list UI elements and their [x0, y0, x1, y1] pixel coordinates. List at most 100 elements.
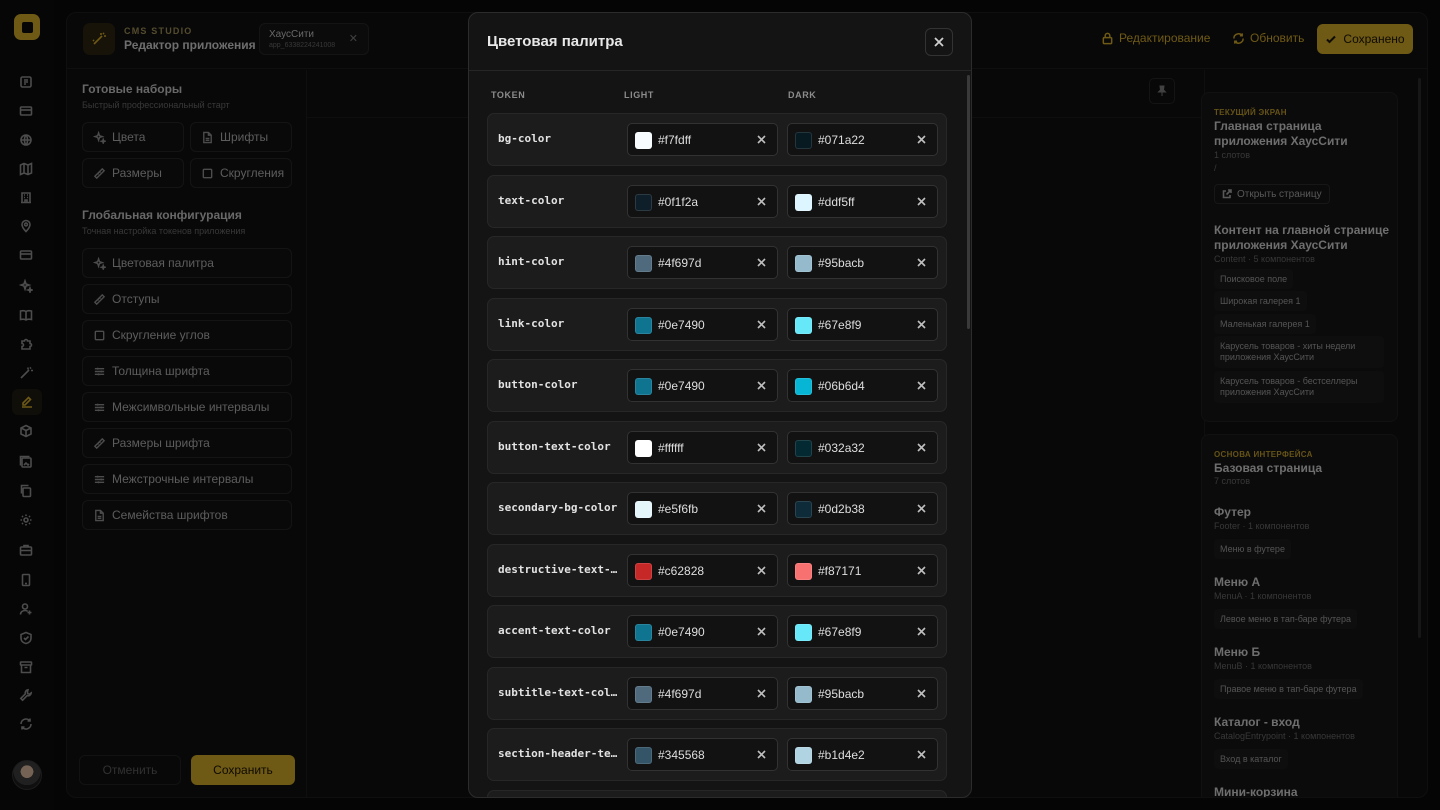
light-color-value[interactable]: #0e7490	[658, 379, 705, 393]
clear-dark-icon[interactable]	[917, 135, 926, 144]
token-name: destructive-text-c…	[498, 562, 623, 576]
clear-light-icon[interactable]	[757, 258, 766, 267]
clear-light-icon[interactable]	[757, 381, 766, 390]
clear-light-icon[interactable]	[757, 627, 766, 636]
light-color-value[interactable]: #0f1f2a	[658, 195, 698, 209]
modal-title: Цветовая палитра	[487, 33, 623, 50]
dark-color-swatch[interactable]	[795, 624, 812, 641]
light-color-field[interactable]: #345568	[627, 738, 778, 771]
clear-dark-icon[interactable]	[917, 381, 926, 390]
dark-color-field[interactable]: #032a32	[787, 430, 938, 464]
token-name: button-text-color	[498, 439, 611, 453]
dark-color-value[interactable]: #95bacb	[818, 256, 864, 270]
clear-light-icon[interactable]	[757, 688, 766, 698]
dark-color-field[interactable]: #0d2b38	[787, 492, 938, 525]
dark-color-value[interactable]: #06b6d4	[818, 379, 865, 393]
clear-dark-icon[interactable]	[917, 750, 926, 759]
clear-dark-icon[interactable]	[917, 565, 926, 575]
token-row: link-color #0e7490 #67e8f9	[487, 297, 947, 351]
clear-dark-icon[interactable]	[917, 688, 926, 698]
dark-color-field[interactable]: #b1d4e2	[787, 738, 938, 771]
clear-light-icon[interactable]	[757, 196, 766, 206]
dark-color-field[interactable]: #071a22	[787, 123, 938, 156]
light-color-swatch[interactable]	[635, 439, 652, 457]
dark-color-field[interactable]: #67e8f9	[787, 307, 938, 341]
dark-color-field[interactable]: #95bacb	[787, 676, 938, 710]
clear-light-icon[interactable]	[757, 504, 766, 513]
light-color-swatch[interactable]	[635, 747, 652, 764]
dark-color-swatch[interactable]	[795, 747, 812, 764]
light-color-field[interactable]: #4f697d	[627, 676, 778, 710]
light-color-field[interactable]: #4f697d	[627, 246, 778, 279]
light-color-swatch[interactable]	[635, 132, 652, 149]
clear-dark-icon[interactable]	[917, 319, 926, 329]
light-color-value[interactable]: #e5f6fb	[658, 502, 698, 516]
dark-color-value[interactable]: #071a22	[818, 133, 865, 147]
light-color-field[interactable]: #0e7490	[627, 615, 778, 648]
token-name: text-color	[498, 193, 565, 207]
clear-dark-icon[interactable]	[917, 196, 926, 206]
dark-color-swatch[interactable]	[795, 501, 812, 518]
column-header-dark: DARK	[788, 90, 817, 100]
light-color-swatch[interactable]	[635, 193, 652, 211]
dark-color-field[interactable]: #67e8f9	[787, 615, 938, 648]
dark-color-value[interactable]: #f87171	[818, 564, 861, 578]
light-color-value[interactable]: #ffffff	[658, 441, 684, 455]
light-color-field[interactable]: #ffffff	[627, 430, 778, 464]
dark-color-swatch[interactable]	[795, 132, 812, 149]
clear-dark-icon[interactable]	[917, 504, 926, 513]
light-color-value[interactable]: #0e7490	[658, 318, 705, 332]
light-color-value[interactable]: #4f697d	[658, 687, 701, 701]
dark-color-value[interactable]: #95bacb	[818, 687, 864, 701]
clear-dark-icon[interactable]	[917, 627, 926, 636]
dark-color-value[interactable]: #0d2b38	[818, 502, 865, 516]
light-color-field[interactable]: #c62828	[627, 553, 778, 587]
dark-color-value[interactable]: #032a32	[818, 441, 865, 455]
modal-scrollbar[interactable]	[967, 75, 970, 329]
light-color-value[interactable]: #c62828	[658, 564, 704, 578]
light-color-swatch[interactable]	[635, 624, 652, 641]
light-color-value[interactable]: #345568	[658, 748, 705, 762]
dark-color-swatch[interactable]	[795, 255, 812, 272]
clear-light-icon[interactable]	[757, 750, 766, 759]
dark-color-field[interactable]: #95bacb	[787, 246, 938, 279]
dark-color-swatch[interactable]	[795, 378, 812, 395]
light-color-field[interactable]: #0f1f2a	[627, 184, 778, 218]
clear-dark-icon[interactable]	[917, 258, 926, 267]
light-color-swatch[interactable]	[635, 316, 652, 334]
column-header-light: LIGHT	[624, 90, 654, 100]
clear-light-icon[interactable]	[757, 565, 766, 575]
light-color-swatch[interactable]	[635, 255, 652, 272]
light-color-field[interactable]: #e5f6fb	[627, 492, 778, 525]
dark-color-swatch[interactable]	[795, 685, 812, 703]
light-color-field[interactable]: #0e7490	[627, 369, 778, 402]
dark-color-field[interactable]: #f87171	[787, 553, 938, 587]
light-color-field[interactable]: #0e7490	[627, 307, 778, 341]
dark-color-field[interactable]: #06b6d4	[787, 369, 938, 402]
dark-color-swatch[interactable]	[795, 562, 812, 580]
dark-color-swatch[interactable]	[795, 193, 812, 211]
light-color-swatch[interactable]	[635, 501, 652, 518]
close-modal-button[interactable]	[925, 28, 953, 56]
dark-color-field[interactable]: #ddf5ff	[787, 184, 938, 218]
column-header-token: TOKEN	[491, 90, 526, 100]
dark-color-swatch[interactable]	[795, 439, 812, 457]
dark-color-value[interactable]: #67e8f9	[818, 318, 861, 332]
light-color-swatch[interactable]	[635, 562, 652, 580]
light-color-value[interactable]: #4f697d	[658, 256, 701, 270]
dark-color-swatch[interactable]	[795, 316, 812, 334]
clear-dark-icon[interactable]	[917, 442, 926, 452]
clear-light-icon[interactable]	[757, 135, 766, 144]
light-color-field[interactable]: #f7fdff	[627, 123, 778, 156]
light-color-swatch[interactable]	[635, 685, 652, 703]
token-row: accent-text-color #0e7490 #67e8f9	[487, 605, 947, 658]
dark-color-value[interactable]: #b1d4e2	[818, 748, 865, 762]
dark-color-value[interactable]: #67e8f9	[818, 625, 861, 639]
dark-color-value[interactable]: #ddf5ff	[818, 195, 854, 209]
light-color-swatch[interactable]	[635, 378, 652, 395]
light-color-value[interactable]: #f7fdff	[658, 133, 691, 147]
light-color-value[interactable]: #0e7490	[658, 625, 705, 639]
clear-light-icon[interactable]	[757, 442, 766, 452]
token-name: subtitle-text-color	[498, 685, 623, 699]
clear-light-icon[interactable]	[757, 319, 766, 329]
